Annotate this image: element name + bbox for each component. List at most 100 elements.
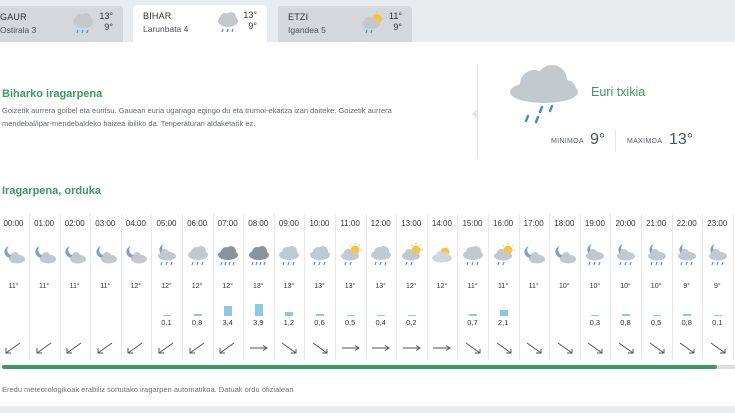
max-temp-value: 13° <box>669 131 694 148</box>
wind-arrow-icon <box>312 342 328 354</box>
moon-cloud-rain-icon <box>647 244 666 266</box>
footnote: Eredu meteorologikoak erabiliz sortutako… <box>2 385 294 394</box>
tab-bihar[interactable]: BIHAR Larunbata 4 13° 9° <box>133 5 267 42</box>
sun-cloud-rain-icon <box>362 11 385 34</box>
hour-time: 13:00 <box>401 219 422 228</box>
min-temp-label: MINIMOA <box>551 138 584 145</box>
dark-cloud-rain-icon <box>248 246 269 266</box>
hour-column: 20:00 10° 0,8 <box>610 214 642 364</box>
hour-time: 06:00 <box>187 219 208 228</box>
tab-date-label: Ostirala 3 <box>0 25 37 35</box>
condition-label: Euri txikia <box>591 85 646 99</box>
sun-cloud-rain-icon <box>401 243 423 266</box>
hour-temperature: 12° <box>436 283 448 290</box>
sun-cloud-icon <box>432 247 453 263</box>
hour-time: 04:00 <box>125 219 146 228</box>
tab-date-label: Igandea 5 <box>288 25 326 35</box>
rain-bar <box>622 313 630 316</box>
wind-arrow-icon <box>618 342 634 354</box>
scroll-track[interactable] <box>2 365 735 369</box>
rain-bar <box>346 314 355 316</box>
wind-arrow-icon <box>710 342 726 354</box>
rain-bar <box>407 314 416 316</box>
cloud-rain-icon <box>510 65 578 124</box>
hour-temperature: 10° <box>559 283 570 290</box>
hour-temperature: 13° <box>344 283 356 290</box>
rain-bar <box>193 313 202 316</box>
hour-time: 22:00 <box>676 219 697 228</box>
scroll-thumb[interactable] <box>2 365 717 369</box>
hour-temperature: 9° <box>713 283 721 290</box>
wind-arrow-icon <box>5 342 21 354</box>
hour-time: 17:00 <box>523 219 544 228</box>
wind-arrow-icon <box>282 342 297 354</box>
wind-arrow-icon <box>249 345 268 351</box>
hour-column: 18:00 10° <box>549 214 581 364</box>
hour-column: 06:00 12° 0,8 <box>182 214 214 364</box>
hourly-title: Iragarpena, orduka <box>2 185 102 197</box>
hour-column: 10:00 13° 0,6 <box>304 214 336 364</box>
moon-cloud-icon <box>555 246 576 264</box>
hour-temperature: 11° <box>528 283 539 290</box>
moon-cloud-icon <box>96 246 117 264</box>
tab-gaur[interactable]: GAUR Ostirala 3 13° 9° <box>0 6 123 42</box>
wind-arrow-icon <box>158 342 174 354</box>
hour-column: 05:00 12° 0,1 <box>151 214 183 364</box>
hour-temperature: 12° <box>222 283 233 290</box>
hour-column: 09:00 13° 1,2 <box>273 214 306 364</box>
wind-arrow-icon <box>127 342 143 354</box>
hour-precipitation: 3,4 <box>222 318 233 327</box>
wind-arrow-icon <box>433 345 452 351</box>
hour-time: 21:00 <box>646 219 667 228</box>
hour-precipitation: 0,8 <box>620 318 631 327</box>
tab-etzi[interactable]: ETZI Igandea 5 11° 9° <box>278 6 412 42</box>
hour-time: 20:00 <box>615 219 636 228</box>
rain-bar <box>469 313 477 316</box>
hourly-strip[interactable]: 00:00 11° 01:00 11° 02:00 11° 03:00 11° 04:00 12°… <box>0 214 735 404</box>
wind-arrow-icon <box>189 342 204 354</box>
wind-arrow-icon <box>526 342 542 354</box>
tab-max-temp: 13° <box>243 10 257 20</box>
hour-time: 08:00 <box>248 219 269 228</box>
rain-bar <box>683 313 692 316</box>
hour-temperature: 12° <box>161 283 172 290</box>
hour-column: 14:00 12° <box>426 214 459 364</box>
hour-time: 14:00 <box>431 219 452 228</box>
hour-temperature: 11° <box>100 283 111 290</box>
hour-temperature: 11° <box>69 283 80 290</box>
cloud-rain-icon <box>371 246 392 266</box>
minmax-divider <box>615 130 616 152</box>
moon-cloud-icon <box>4 246 25 264</box>
hour-precipitation: 0,8 <box>191 318 203 327</box>
hour-temperature: 10° <box>650 283 662 290</box>
wind-arrow-icon <box>66 342 82 354</box>
hour-time: 18:00 <box>554 219 575 228</box>
moon-cloud-icon <box>524 246 546 264</box>
rain-bar <box>316 314 324 316</box>
wind-arrow-icon <box>372 345 391 351</box>
max-temp-label: MAXIMOA <box>627 138 663 145</box>
hour-temperature: 12° <box>191 283 203 290</box>
tab-day-label: BIHAR <box>143 11 172 21</box>
hour-column: 13:00 12° 0,2 <box>396 214 428 364</box>
hour-temperature: 11° <box>39 283 50 290</box>
cloud-drizzle-icon <box>73 13 93 34</box>
day-tabs: GAUR Ostirala 3 13° 9° BIHAR Larunbata 4… <box>0 0 735 42</box>
tab-max-temp: 11° <box>389 11 402 21</box>
wind-arrow-icon <box>402 345 421 351</box>
tab-date-label: Larunbata 4 <box>143 24 189 34</box>
hour-column: 01:00 11° <box>29 214 61 364</box>
hour-precipitation: 0,2 <box>406 318 417 327</box>
hour-temperature: 11° <box>8 283 19 290</box>
hour-time: 23:00 <box>707 219 728 228</box>
hour-column: 02:00 11° <box>59 214 92 364</box>
wind-arrow-icon <box>465 342 481 354</box>
hour-precipitation: 0,5 <box>344 318 356 327</box>
hour-temperature: 9° <box>683 283 691 290</box>
divider-pointer <box>472 108 478 120</box>
hour-time: 15:00 <box>462 219 483 228</box>
hour-time: 03:00 <box>95 219 116 228</box>
rain-bar <box>499 309 508 316</box>
wind-arrow-icon <box>496 342 512 354</box>
hour-precipitation: 0,8 <box>681 318 692 327</box>
